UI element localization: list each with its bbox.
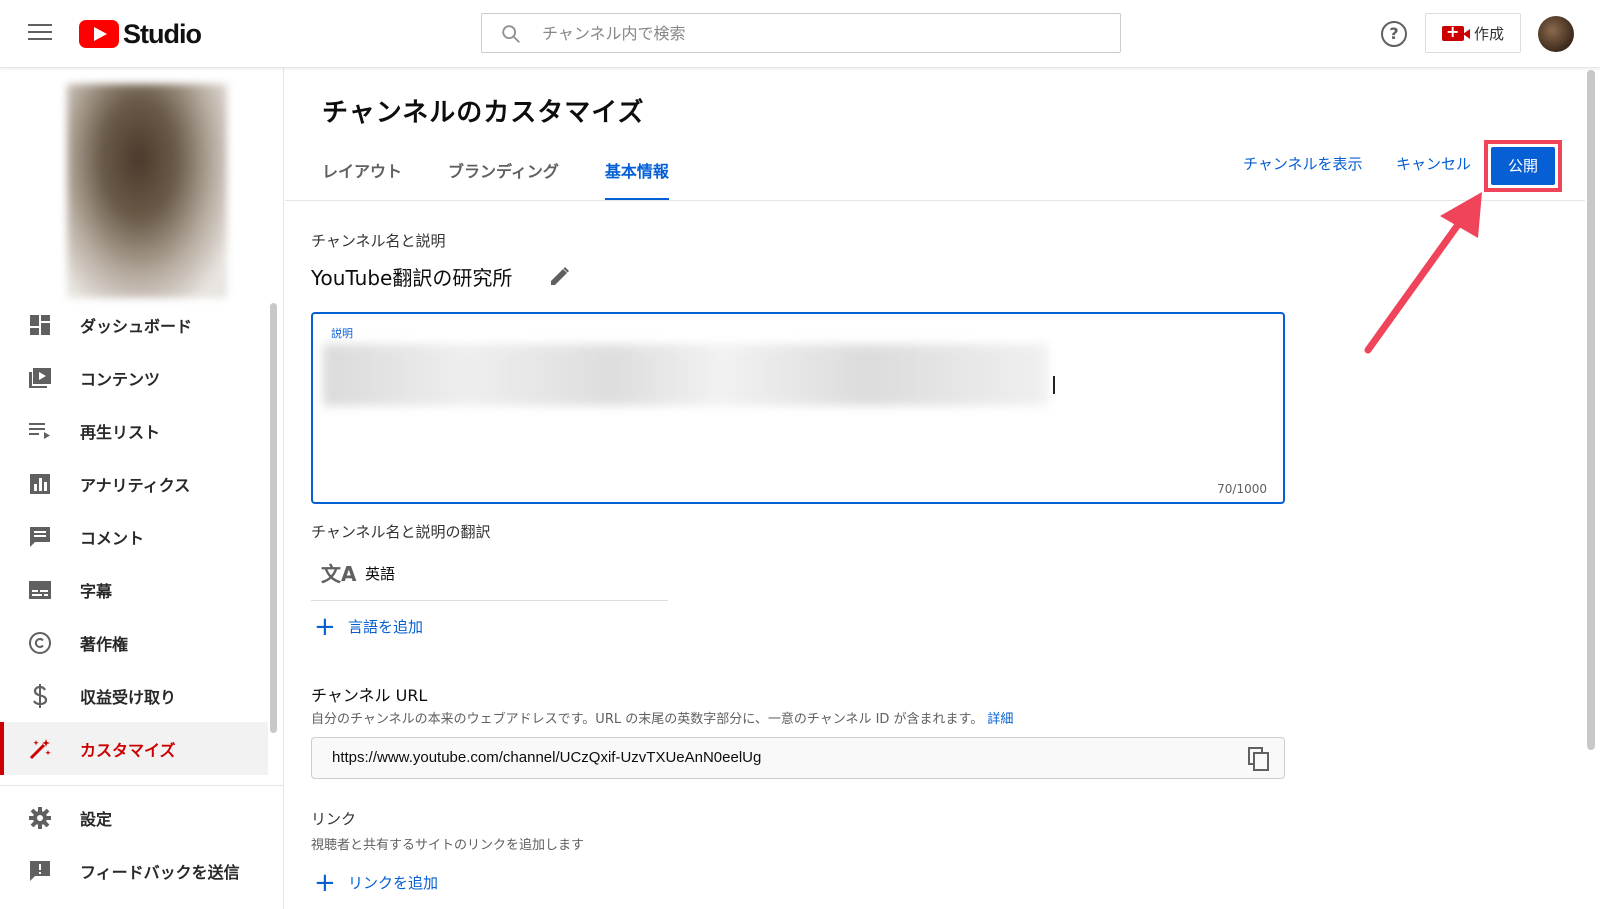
- sidebar-item-feedback[interactable]: フィードバックを送信: [0, 844, 268, 897]
- sidebar-item-label: コンテンツ: [80, 369, 161, 389]
- main-scrollbar[interactable]: [1587, 70, 1595, 750]
- subtitles-icon: [28, 578, 52, 602]
- sidebar-item-customize[interactable]: カスタマイズ: [0, 722, 268, 775]
- pencil-icon[interactable]: [548, 264, 572, 288]
- name-section-label: チャンネル名と説明: [311, 232, 446, 250]
- channel-url: https://www.youtube.com/channel/UCzQxif-…: [332, 749, 762, 766]
- gear-icon: [28, 806, 52, 830]
- content-icon: [28, 366, 52, 390]
- channel-name: YouTube翻訳の研究所: [311, 266, 513, 290]
- sidebar-item-label: ダッシュボード: [80, 316, 193, 336]
- tab-branding[interactable]: ブランディング: [448, 155, 559, 201]
- description-label: 説明: [331, 327, 353, 340]
- translation-language: 英語: [365, 565, 396, 583]
- sidebar-item-playlists[interactable]: 再生リスト: [0, 404, 268, 457]
- publish-button[interactable]: 公開: [1491, 147, 1555, 185]
- youtube-studio-logo[interactable]: Studio: [79, 18, 202, 50]
- sidebar-item-content[interactable]: コンテンツ: [0, 351, 268, 404]
- copy-icon[interactable]: [1248, 747, 1270, 771]
- url-description-text: 自分のチャンネルの本来のウェブアドレスです。URL の末尾の英数字部分に、一意の…: [311, 712, 984, 727]
- links-section-description: 視聴者と共有するサイトのリンクを追加します: [311, 838, 585, 853]
- feedback-icon: [28, 859, 52, 883]
- sidebar-item-label: 再生リスト: [80, 422, 161, 442]
- links-section-label: リンク: [311, 810, 357, 828]
- sidebar-divider: [0, 785, 284, 786]
- sidebar-item-label: コメント: [80, 528, 145, 548]
- avatar[interactable]: [1538, 16, 1574, 52]
- sidebar-item-comments[interactable]: コメント: [0, 510, 268, 563]
- sidebar-item-label: アナリティクス: [80, 475, 191, 495]
- sidebar-item-label: カスタマイズ: [80, 740, 176, 760]
- comment-icon: [28, 525, 52, 549]
- help-icon[interactable]: ?: [1381, 21, 1407, 47]
- sidebar-item-dashboard[interactable]: ダッシュボード: [0, 298, 268, 351]
- description-field[interactable]: 説明 70/1000: [311, 312, 1285, 504]
- dashboard-icon: [28, 313, 52, 337]
- sidebar-item-label: 収益受け取り: [80, 687, 177, 707]
- annotation-arrow: [1364, 192, 1482, 354]
- dollar-icon: [28, 683, 52, 708]
- sidebar: ダッシュボード コンテンツ 再生リスト アナリティクス コメント 字幕 著作権: [0, 68, 284, 909]
- text-caret: [1053, 376, 1055, 394]
- channel-thumbnail[interactable]: [67, 84, 227, 298]
- logo-text: Studio: [123, 18, 202, 49]
- translation-section-label: チャンネル名と説明の翻訳: [311, 523, 491, 541]
- sidebar-item-label: 著作権: [80, 634, 129, 654]
- sidebar-bottom-nav: 設定 フィードバックを送信: [0, 791, 268, 897]
- sidebar-item-label: フィードバックを送信: [80, 862, 240, 882]
- search-bar[interactable]: [481, 13, 1121, 53]
- plus-icon: +: [314, 611, 336, 642]
- youtube-play-icon: [79, 20, 119, 48]
- create-label: 作成: [1473, 24, 1504, 43]
- add-link-button[interactable]: + リンクを追加: [314, 867, 439, 898]
- sidebar-scrollbar[interactable]: [270, 303, 277, 733]
- url-section-label: チャンネル URL: [311, 686, 428, 705]
- search-icon: [502, 25, 520, 43]
- create-button[interactable]: 作成: [1425, 13, 1521, 53]
- video-camera-icon: [1441, 22, 1470, 41]
- tab-layout[interactable]: レイアウト: [322, 155, 402, 201]
- translate-icon: 文A: [321, 562, 357, 586]
- analytics-icon: [28, 472, 52, 496]
- tab-basic-info[interactable]: 基本情報: [604, 155, 669, 201]
- menu-icon[interactable]: [28, 24, 52, 44]
- page-title: チャンネルのカスタマイズ: [322, 98, 645, 128]
- view-channel-button[interactable]: チャンネルを表示: [1243, 153, 1363, 174]
- magic-wand-icon: [28, 737, 52, 761]
- playlist-icon: [28, 419, 52, 443]
- sidebar-item-copyright[interactable]: 著作権: [0, 616, 268, 669]
- cancel-button[interactable]: キャンセル: [1396, 153, 1471, 174]
- plus-icon: +: [314, 867, 336, 898]
- translation-row[interactable]: 文A 英語: [311, 555, 668, 601]
- sidebar-nav: ダッシュボード コンテンツ 再生リスト アナリティクス コメント 字幕 著作権: [0, 298, 268, 775]
- add-link-label: リンクを追加: [348, 874, 439, 892]
- sidebar-item-subtitles[interactable]: 字幕: [0, 563, 268, 616]
- sidebar-item-label: 設定: [80, 809, 113, 829]
- tab-bar: レイアウト ブランディング 基本情報: [322, 155, 715, 201]
- sidebar-item-earn[interactable]: 収益受け取り: [0, 669, 268, 722]
- add-language-button[interactable]: + 言語を追加: [314, 611, 424, 642]
- copyright-icon: [28, 631, 52, 655]
- description-text-blurred: [323, 344, 1048, 406]
- learn-more-link[interactable]: 詳細: [987, 712, 1013, 727]
- top-bar: Studio ? 作成: [0, 0, 1600, 68]
- description-char-count: 70/1000: [1217, 482, 1267, 496]
- sidebar-item-label: 字幕: [80, 581, 113, 601]
- channel-url-field[interactable]: https://www.youtube.com/channel/UCzQxif-…: [311, 737, 1285, 779]
- search-input[interactable]: [542, 14, 1102, 52]
- sidebar-item-analytics[interactable]: アナリティクス: [0, 457, 268, 510]
- sidebar-item-settings[interactable]: 設定: [0, 791, 268, 844]
- url-section-description: 自分のチャンネルの本来のウェブアドレスです。URL の末尾の英数字部分に、一意の…: [311, 708, 1013, 727]
- add-language-label: 言語を追加: [348, 618, 424, 636]
